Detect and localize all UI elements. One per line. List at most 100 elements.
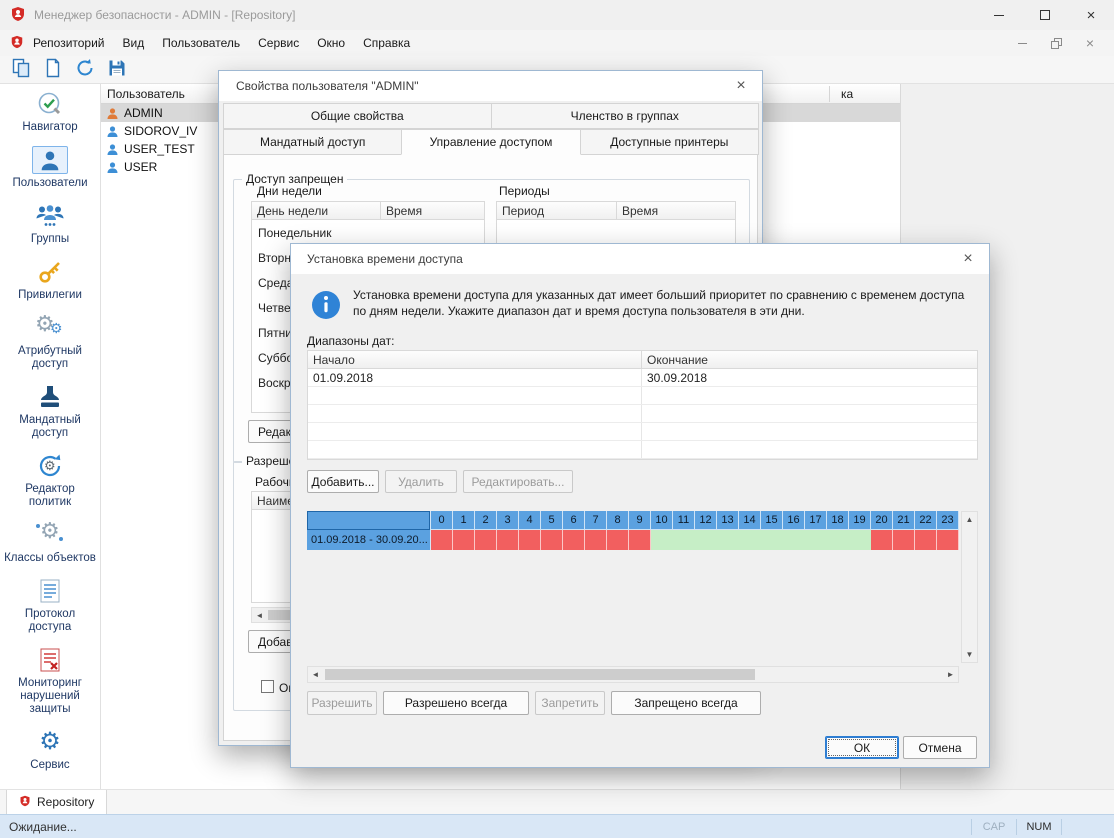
hour-header-cell[interactable]: 11 [673, 511, 695, 530]
sidebar-item[interactable]: Привилегии [0, 258, 100, 302]
toolbar-refresh-button[interactable] [73, 58, 97, 82]
hour-cell-denied[interactable] [497, 530, 519, 550]
column-header-user[interactable]: Пользователь [101, 87, 185, 101]
repository-tab[interactable]: Repository [6, 790, 107, 815]
restrict-checkbox[interactable] [261, 680, 274, 693]
close-icon[interactable]: × [730, 77, 752, 95]
sidebar-item[interactable]: Навигатор [0, 90, 100, 134]
date-ranges-table[interactable]: Начало Окончание 01.09.201830.09.2018 [307, 350, 978, 460]
scroll-thumb[interactable] [325, 669, 755, 680]
mdi-restore-button[interactable] [1048, 35, 1064, 51]
hour-cell-allowed[interactable] [761, 530, 783, 550]
table-row-empty[interactable] [308, 405, 977, 423]
hour-header-cell[interactable]: 18 [827, 511, 849, 530]
column-header-time[interactable]: Время [381, 202, 484, 219]
tab-item[interactable]: Мандатный доступ [223, 129, 402, 155]
hour-header-cell[interactable]: 3 [497, 511, 519, 530]
sidebar-item[interactable]: Мандатный доступ [0, 383, 100, 440]
minimize-button[interactable] [976, 0, 1022, 30]
scroll-down-icon[interactable]: ▼ [962, 647, 977, 662]
add-range-button[interactable]: Добавить... [307, 470, 379, 493]
hour-header-cell[interactable]: 17 [805, 511, 827, 530]
scroll-up-icon[interactable]: ▲ [962, 512, 977, 527]
hour-cell-denied[interactable] [475, 530, 497, 550]
hour-header-cell[interactable]: 4 [519, 511, 541, 530]
sidebar-item[interactable]: Группы [0, 202, 100, 246]
hour-cell-allowed[interactable] [783, 530, 805, 550]
table-row-empty[interactable] [308, 441, 977, 459]
hour-cell-denied[interactable] [453, 530, 475, 550]
mdi-close-button[interactable]: × [1082, 35, 1098, 51]
hour-cell-denied[interactable] [937, 530, 959, 550]
toolbar-copy-button[interactable] [9, 58, 33, 82]
menu-item[interactable]: Пользователь [153, 31, 249, 55]
table-row-empty[interactable] [308, 387, 977, 405]
scroll-right-icon[interactable]: ► [943, 667, 958, 682]
sidebar-item[interactable]: ⚙⚙Атрибутный доступ [0, 314, 100, 371]
hour-header-cell[interactable]: 13 [717, 511, 739, 530]
sidebar-item[interactable]: ⚙Редактор политик [0, 452, 100, 509]
sidebar-item[interactable]: ⚙Классы объектов [0, 521, 100, 565]
hour-cell-denied[interactable] [629, 530, 651, 550]
hour-cell-allowed[interactable] [673, 530, 695, 550]
deny-button[interactable]: Запретить [535, 691, 605, 715]
hour-header-cell[interactable]: 0 [431, 511, 453, 530]
hour-cell-allowed[interactable] [651, 530, 673, 550]
hour-header-cell[interactable]: 14 [739, 511, 761, 530]
ok-button[interactable]: ОК [825, 736, 899, 759]
tab-item[interactable]: Общие свойства [223, 103, 492, 129]
grid-vscrollbar[interactable]: ▲ ▼ [961, 511, 978, 663]
hour-header-cell[interactable]: 23 [937, 511, 959, 530]
table-row[interactable]: Понедельник [252, 220, 484, 245]
close-icon[interactable]: × [957, 250, 979, 268]
sidebar-item[interactable]: Пользователи [0, 146, 100, 190]
hour-cell-denied[interactable] [431, 530, 453, 550]
hour-header-cell[interactable]: 22 [915, 511, 937, 530]
column-header-partial[interactable]: ка [841, 87, 853, 101]
menu-item[interactable]: Вид [114, 31, 154, 55]
table-row-empty[interactable] [308, 423, 977, 441]
allow-button[interactable]: Разрешить [307, 691, 377, 715]
hour-header-cell[interactable]: 7 [585, 511, 607, 530]
hour-cell-denied[interactable] [893, 530, 915, 550]
sidebar-item[interactable]: Мониторинг нарушений защиты [0, 646, 100, 716]
hour-header-cell[interactable]: 20 [871, 511, 893, 530]
menu-item[interactable]: Справка [354, 31, 419, 55]
tab-item[interactable]: Членство в группах [491, 103, 760, 129]
cancel-button[interactable]: Отмена [903, 736, 977, 759]
hour-cell-denied[interactable] [519, 530, 541, 550]
tab-active[interactable]: Управление доступом [401, 129, 580, 155]
hour-cell-denied[interactable] [871, 530, 893, 550]
column-header-period[interactable]: Период [497, 202, 617, 219]
scroll-left-icon[interactable]: ◄ [308, 667, 323, 682]
sidebar-item[interactable]: ⚙Сервис [0, 728, 100, 772]
hour-cell-denied[interactable] [915, 530, 937, 550]
allow-always-button[interactable]: Разрешено всегда [383, 691, 529, 715]
tab-item[interactable]: Доступные принтеры [580, 129, 759, 155]
hour-header-cell[interactable]: 2 [475, 511, 497, 530]
menu-item[interactable]: Сервис [249, 31, 308, 55]
hour-header-cell[interactable]: 9 [629, 511, 651, 530]
hour-cell-allowed[interactable] [849, 530, 871, 550]
toolbar-new-document-button[interactable] [41, 58, 65, 82]
column-header-day[interactable]: День недели [252, 202, 381, 219]
hour-header-cell[interactable]: 12 [695, 511, 717, 530]
hour-cell-allowed[interactable] [717, 530, 739, 550]
scroll-left-icon[interactable]: ◄ [252, 608, 267, 622]
grid-hscrollbar[interactable]: ◄ ► [307, 666, 959, 683]
hour-header-cell[interactable]: 16 [783, 511, 805, 530]
hour-header-cell[interactable]: 6 [563, 511, 585, 530]
hour-cell-denied[interactable] [541, 530, 563, 550]
hour-header-cell[interactable]: 5 [541, 511, 563, 530]
hour-cell-allowed[interactable] [739, 530, 761, 550]
delete-range-button[interactable]: Удалить [385, 470, 457, 493]
column-header-time[interactable]: Время [617, 202, 735, 219]
hour-cell-denied[interactable] [563, 530, 585, 550]
hour-header-cell[interactable]: 21 [893, 511, 915, 530]
close-button[interactable]: × [1068, 0, 1114, 30]
deny-always-button[interactable]: Запрещено всегда [611, 691, 761, 715]
menu-item[interactable]: Окно [308, 31, 354, 55]
hour-cell-allowed[interactable] [805, 530, 827, 550]
hour-cell-allowed[interactable] [695, 530, 717, 550]
hour-cell-allowed[interactable] [827, 530, 849, 550]
